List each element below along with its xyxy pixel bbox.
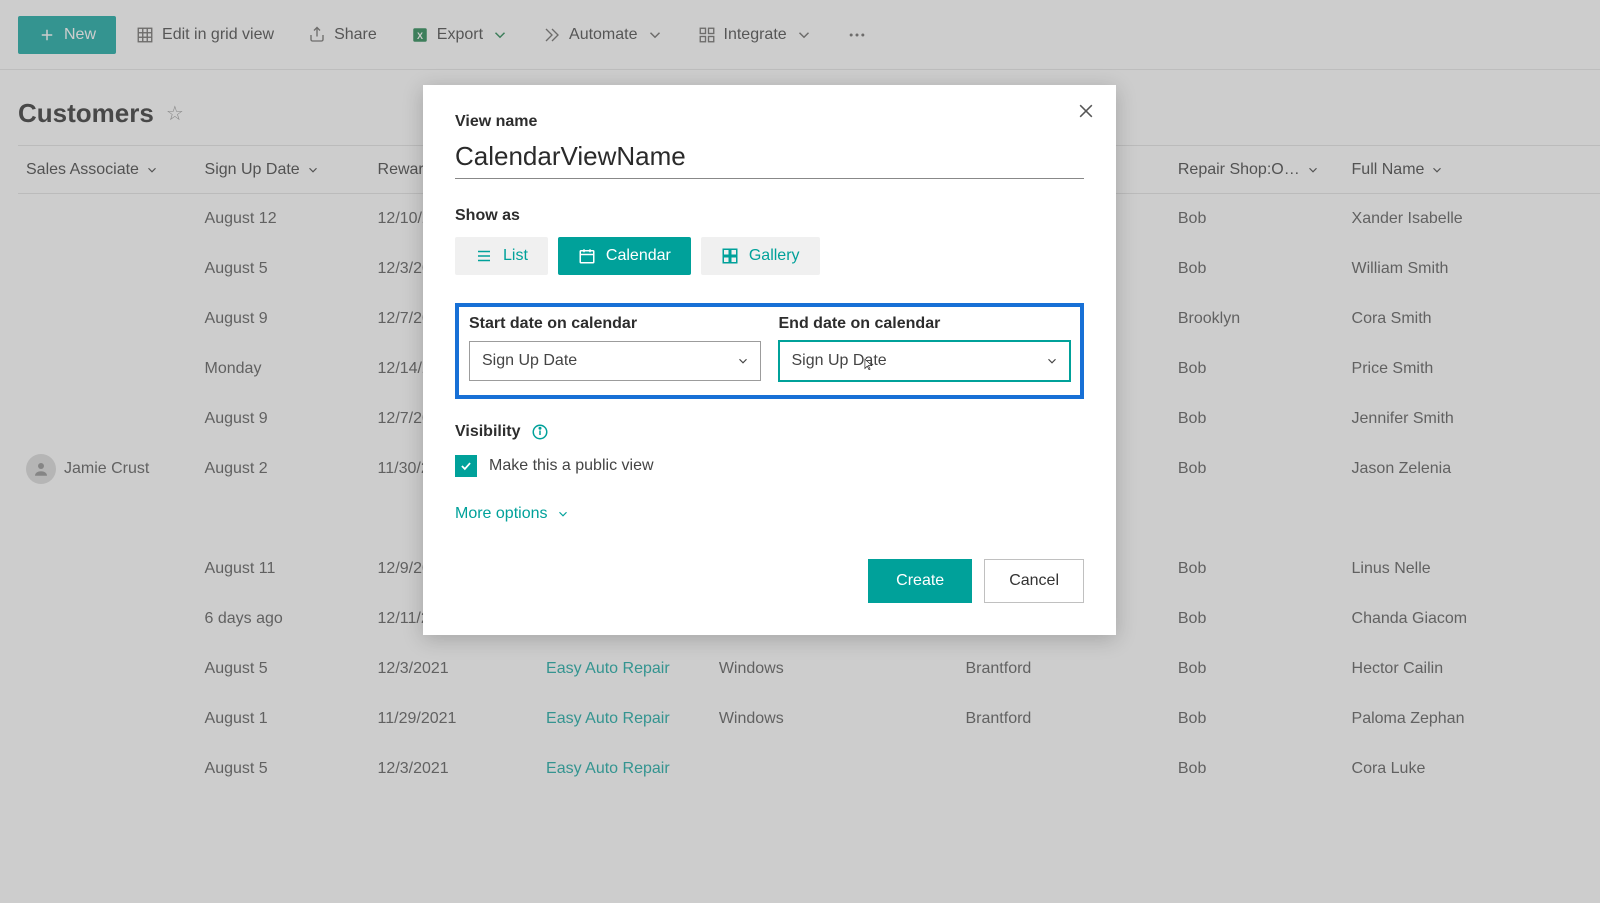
close-button[interactable] bbox=[1076, 101, 1096, 127]
more-options-toggle[interactable]: More options bbox=[455, 505, 1084, 523]
view-name-input[interactable] bbox=[455, 137, 1084, 179]
visibility-label: Visibility bbox=[455, 423, 521, 441]
more-options-label: More options bbox=[455, 505, 548, 523]
cancel-button[interactable]: Cancel bbox=[984, 559, 1084, 603]
create-button[interactable]: Create bbox=[868, 559, 972, 603]
start-date-value: Sign Up Date bbox=[482, 352, 577, 370]
calendar-icon bbox=[578, 247, 596, 265]
tile-list-label: List bbox=[503, 247, 528, 265]
show-as-label: Show as bbox=[455, 207, 1084, 225]
end-date-dropdown[interactable]: Sign Up Date bbox=[779, 341, 1071, 381]
end-date-label: End date on calendar bbox=[779, 315, 1071, 333]
end-date-value: Sign Up Date bbox=[792, 352, 887, 370]
visibility-row: Visibility bbox=[455, 423, 1084, 441]
tile-gallery[interactable]: Gallery bbox=[701, 237, 820, 275]
show-as-tiles: List Calendar Gallery bbox=[455, 237, 1084, 275]
view-name-label: View name bbox=[455, 113, 1084, 131]
public-view-checkbox[interactable] bbox=[455, 455, 477, 477]
chevron-down-icon bbox=[736, 354, 750, 368]
info-icon[interactable] bbox=[531, 423, 549, 441]
chevron-down-icon bbox=[556, 507, 570, 521]
close-icon bbox=[1076, 101, 1096, 121]
tile-list[interactable]: List bbox=[455, 237, 548, 275]
start-date-label: Start date on calendar bbox=[469, 315, 761, 333]
end-date-col: End date on calendar Sign Up Date bbox=[779, 315, 1071, 381]
public-view-row: Make this a public view bbox=[455, 455, 1084, 477]
date-range-section: Start date on calendar Sign Up Date End … bbox=[455, 303, 1084, 399]
public-view-label: Make this a public view bbox=[489, 457, 654, 475]
tile-calendar[interactable]: Calendar bbox=[558, 237, 691, 275]
tile-calendar-label: Calendar bbox=[606, 247, 671, 265]
dialog-actions: Create Cancel bbox=[455, 559, 1084, 603]
create-view-dialog: View name Show as List Calendar Gallery … bbox=[423, 85, 1116, 635]
check-icon bbox=[459, 459, 473, 473]
gallery-icon bbox=[721, 247, 739, 265]
tile-gallery-label: Gallery bbox=[749, 247, 800, 265]
list-icon bbox=[475, 247, 493, 265]
start-date-dropdown[interactable]: Sign Up Date bbox=[469, 341, 761, 381]
chevron-down-icon bbox=[1045, 354, 1059, 368]
start-date-col: Start date on calendar Sign Up Date bbox=[469, 315, 761, 381]
